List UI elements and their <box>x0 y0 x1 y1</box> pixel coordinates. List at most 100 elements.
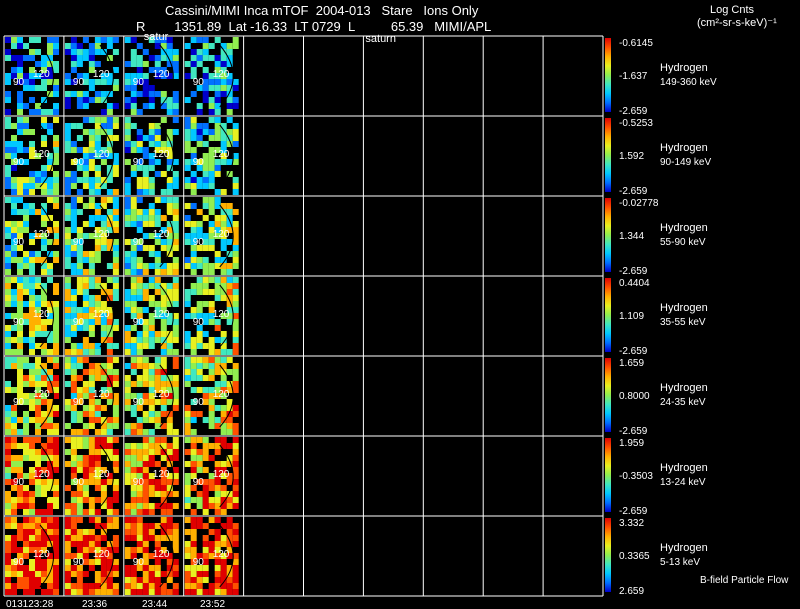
heatmap-cell <box>41 485 47 491</box>
heatmap-cell <box>5 473 11 479</box>
heatmap-cell <box>29 437 35 443</box>
heatmap-cell <box>202 37 209 43</box>
heatmap-cell <box>17 227 23 233</box>
heatmap-cell <box>5 449 11 455</box>
heatmap-cell <box>142 547 149 553</box>
contour-label: 120 <box>153 549 170 560</box>
heatmap-cell <box>136 443 143 449</box>
heatmap-cell <box>130 535 137 541</box>
heatmap-cell <box>76 97 83 103</box>
heatmap-cell <box>190 183 197 189</box>
heatmap-cell <box>17 189 23 195</box>
heatmap-cell <box>184 553 191 559</box>
heatmap-cell <box>166 429 173 435</box>
heatmap-cell <box>232 227 239 233</box>
heatmap-cell <box>5 517 11 523</box>
heatmap-cell <box>220 541 227 547</box>
heatmap-cell <box>172 277 179 283</box>
heatmap-cell <box>47 423 53 429</box>
heatmap-cell <box>232 277 239 283</box>
heatmap-cell <box>142 375 149 381</box>
contour-label: 90 <box>13 397 25 408</box>
heatmap-cell <box>64 301 71 307</box>
heatmap-cell <box>208 263 215 269</box>
heatmap-cell <box>136 295 143 301</box>
heatmap-cell <box>148 295 155 301</box>
heatmap-cell <box>23 177 29 183</box>
contour-label: 120 <box>213 549 230 560</box>
heatmap-cell <box>148 209 155 215</box>
heatmap-cell <box>232 189 239 195</box>
heatmap-cell <box>53 85 59 91</box>
heatmap-cell <box>41 325 47 331</box>
heatmap-cell <box>88 117 95 123</box>
colorbar-mid-label: 1.109 <box>619 311 644 322</box>
heatmap-cell <box>208 245 215 251</box>
heatmap-cell <box>232 467 239 473</box>
heatmap-cell <box>130 197 137 203</box>
heatmap-cell <box>5 283 11 289</box>
colorbar-min-label: -2.659 <box>619 506 648 517</box>
heatmap-cell <box>17 263 23 269</box>
colorbar <box>605 358 611 432</box>
heatmap-cell <box>220 461 227 467</box>
heatmap-cell <box>196 103 203 109</box>
heatmap-cell <box>142 443 149 449</box>
heatmap-cell <box>47 357 53 363</box>
heatmap-cell <box>35 301 41 307</box>
heatmap-cell <box>136 197 143 203</box>
heatmap-cell <box>112 485 119 491</box>
heatmap-cell <box>23 277 29 283</box>
heatmap-cell <box>142 171 149 177</box>
heatmap-cell <box>64 43 71 49</box>
heatmap-cell <box>94 177 101 183</box>
heatmap-cell <box>82 571 89 577</box>
heatmap-cell <box>17 387 23 393</box>
heatmap-cell <box>196 49 203 55</box>
heatmap-cell <box>53 251 59 257</box>
heatmap-cell <box>196 123 203 129</box>
heatmap-cell <box>23 357 29 363</box>
heatmap-cell <box>35 405 41 411</box>
heatmap-cell <box>136 141 143 147</box>
heatmap-cell <box>88 509 95 515</box>
heatmap-cell <box>166 517 173 523</box>
heatmap-cell <box>35 429 41 435</box>
heatmap-cell <box>100 117 107 123</box>
heatmap-cell <box>106 43 113 49</box>
heatmap-cell <box>64 423 71 429</box>
heatmap-cell <box>196 503 203 509</box>
heatmap-cell <box>226 443 233 449</box>
heatmap-cell <box>214 37 221 43</box>
heatmap-cell <box>184 177 191 183</box>
heatmap-cell <box>232 571 239 577</box>
heatmap-cell <box>70 43 77 49</box>
heatmap-cell <box>124 269 131 275</box>
heatmap-cell <box>160 571 167 577</box>
heatmap-cell <box>190 589 197 595</box>
heatmap-cell <box>184 381 191 387</box>
heatmap-cell <box>76 417 83 423</box>
heatmap-cell <box>154 571 161 577</box>
heatmap-cell <box>64 547 71 553</box>
heatmap-cell <box>142 283 149 289</box>
heatmap-cell <box>17 301 23 307</box>
heatmap-cell <box>53 343 59 349</box>
heatmap-cell <box>76 147 83 153</box>
heatmap-cell <box>214 117 221 123</box>
heatmap-cell <box>64 263 71 269</box>
heatmap-cell <box>208 43 215 49</box>
heatmap-cell <box>17 117 23 123</box>
heatmap-cell <box>184 343 191 349</box>
heatmap-cell <box>202 141 209 147</box>
heatmap-cell <box>88 49 95 55</box>
heatmap-cell <box>76 529 83 535</box>
heatmap-cell <box>166 577 173 583</box>
heatmap-cell <box>35 357 41 363</box>
heatmap-cell <box>5 295 11 301</box>
heatmap-cell <box>160 423 167 429</box>
heatmap-cell <box>88 215 95 221</box>
heatmap-cell <box>172 263 179 269</box>
heatmap-cell <box>190 61 197 67</box>
heatmap-cell <box>47 277 53 283</box>
